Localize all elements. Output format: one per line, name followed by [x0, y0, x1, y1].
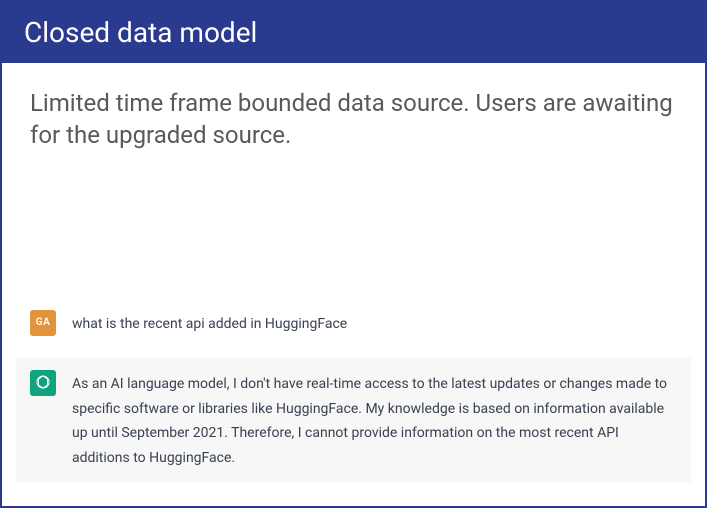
slide-panel: Closed data model Limited time frame bou…: [0, 0, 707, 508]
chat-user-text: what is the recent api added in HuggingF…: [72, 310, 677, 337]
avatar-user-initials: GA: [36, 317, 51, 328]
chat-message-user: GA what is the recent api added in Huggi…: [16, 298, 691, 349]
panel-header: Closed data model: [2, 2, 705, 63]
intro-text: Limited time frame bounded data source. …: [30, 87, 677, 152]
avatar-assistant: [30, 370, 56, 396]
panel-body: Limited time frame bounded data source. …: [2, 63, 705, 164]
chat-assistant-text: As an AI language model, I don't have re…: [72, 370, 677, 470]
openai-icon: [34, 373, 52, 394]
chat-area: GA what is the recent api added in Huggi…: [2, 286, 705, 507]
avatar-user: GA: [30, 310, 56, 336]
panel-title: Closed data model: [24, 16, 257, 49]
chat-message-assistant: As an AI language model, I don't have re…: [16, 358, 691, 482]
